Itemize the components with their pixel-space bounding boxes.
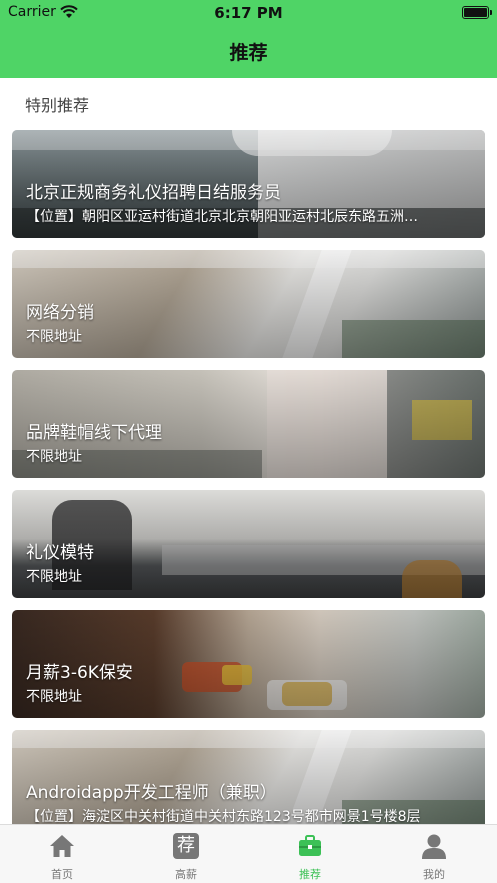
nav-bar: 推荐 xyxy=(0,26,497,78)
job-location: 不限地址 xyxy=(26,689,82,705)
recommend-icon: 荐 xyxy=(173,833,199,859)
job-title: 月薪3-6K保安 xyxy=(26,663,133,683)
tab-label: 高薪 xyxy=(175,868,197,881)
person-icon xyxy=(422,834,446,859)
page-title: 推荐 xyxy=(229,42,268,64)
home-icon xyxy=(50,835,74,857)
recommend-list[interactable]: 特别推荐 北京正规商务礼仪招聘日结服务员 【位置】朝阳区亚运村街道北京北京朝阳亚… xyxy=(0,78,497,824)
job-card[interactable]: 礼仪模特 不限地址 xyxy=(12,490,485,598)
tab-high-salary[interactable]: 荐 高薪 xyxy=(124,825,248,883)
clock: 6:17 PM xyxy=(214,4,283,22)
job-card[interactable]: Androidapp开发工程师（兼职） 【位置】海淀区中关村街道中关村东路123… xyxy=(12,730,485,824)
tab-label: 首页 xyxy=(51,868,73,881)
tab-label: 我的 xyxy=(423,868,445,881)
job-title: 网络分销 xyxy=(26,303,94,323)
job-location: 【位置】海淀区中关村街道中关村东路123号都市网景1号楼8层 xyxy=(26,809,421,824)
job-card[interactable]: 月薪3-6K保安 不限地址 xyxy=(12,610,485,718)
job-location: 不限地址 xyxy=(26,569,82,585)
tab-mine[interactable]: 我的 xyxy=(372,825,496,883)
tab-label: 推荐 xyxy=(299,868,321,881)
tab-recommend[interactable]: 推荐 xyxy=(248,825,372,883)
job-title: 礼仪模特 xyxy=(26,543,94,563)
tab-home[interactable]: 首页 xyxy=(0,825,124,883)
job-title: 品牌鞋帽线下代理 xyxy=(26,423,162,443)
job-location: 不限地址 xyxy=(26,449,82,465)
section-title: 特别推荐 xyxy=(25,96,90,115)
job-card[interactable]: 品牌鞋帽线下代理 不限地址 xyxy=(12,370,485,478)
job-title: 北京正规商务礼仪招聘日结服务员 xyxy=(26,183,281,203)
job-location: 【位置】朝阳区亚运村街道北京北京朝阳亚运村北辰东路五洲… xyxy=(26,209,418,225)
briefcase-icon xyxy=(299,835,321,856)
job-title: Androidapp开发工程师（兼职） xyxy=(26,783,277,803)
battery-icon xyxy=(462,6,492,19)
job-location: 不限地址 xyxy=(26,329,82,345)
status-bar: Carrier 6:17 PM xyxy=(0,0,497,26)
job-card[interactable]: 北京正规商务礼仪招聘日结服务员 【位置】朝阳区亚运村街道北京北京朝阳亚运村北辰东… xyxy=(12,130,485,238)
tab-bar: 首页 荐 高薪 推荐 我的 xyxy=(0,824,497,883)
job-card[interactable]: 网络分销 不限地址 xyxy=(12,250,485,358)
